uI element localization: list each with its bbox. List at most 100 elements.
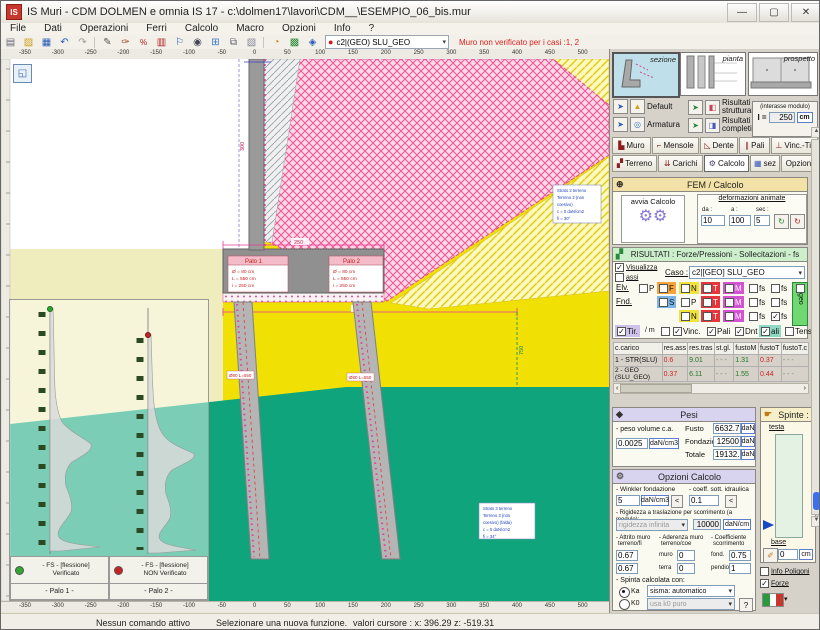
rigidezza-value[interactable] [693,519,721,530]
cmd-terreno[interactable]: ▞Terreno [612,155,657,172]
rigidezza-dropdown[interactable]: rigidezza infinita▾ [616,519,688,531]
winkler-input[interactable] [616,495,640,506]
canvas-corner-icon[interactable]: ◱ [13,64,32,83]
menu-macro[interactable]: Macro [227,23,273,35]
menu-opzioni[interactable]: Opzioni [273,23,325,35]
fnd-link[interactable]: Fnd. [616,297,632,306]
stop-animation-button[interactable]: ↻ [790,214,805,229]
cmd-pali[interactable]: ∥Pali [739,137,770,154]
table-scrollbar-thumb[interactable] [620,384,692,393]
close-button[interactable]: ✕ [791,3,820,22]
interasse-input[interactable] [769,112,795,123]
window-icon[interactable]: ⊞ [207,36,224,49]
ka-radio[interactable] [619,587,630,598]
pesi-fondazione-value[interactable] [713,436,741,447]
redo-icon[interactable]: ↷ [74,36,91,49]
menu-operazioni[interactable]: Operazioni [71,23,137,35]
sisma-dropdown[interactable]: sisma: automatico▾ [647,585,735,597]
cb-row3-fs2[interactable]: ✓fs [769,310,789,322]
attrito-terra-input[interactable] [616,563,638,574]
cb-elv-T[interactable]: T [701,282,720,294]
cb-elv-N[interactable]: N [679,282,699,294]
info-poligoni-checkbox[interactable]: Info Poligoni [760,567,809,576]
cb-row3-M[interactable]: M [723,310,744,322]
cb-elv-F[interactable]: F [657,282,676,294]
minimize-button[interactable]: — [727,3,757,22]
cb-ali[interactable]: ✓ali [759,325,781,337]
cb-row3-fs1[interactable]: fs [747,310,767,322]
k0-dropdown[interactable]: usa k0 puro▾ [647,598,735,610]
assi-checkbox[interactable]: assi [615,273,657,282]
view-risultati-completi-button[interactable]: ➤ ◨ Risultaticompleti [688,117,752,133]
edit-level-button[interactable]: ✐ [763,548,778,563]
help-button[interactable]: ? [739,598,753,612]
cb-fnd-S[interactable]: S [657,296,676,308]
coeff-idraulica-input[interactable] [689,495,719,506]
cb-elv-fs2[interactable]: fs [769,282,789,294]
avvia-calcolo-button[interactable]: avvia Calcolo ⚙⚙ [621,195,685,243]
save-icon[interactable]: ▦ [38,36,55,49]
menu-info[interactable]: Info [325,23,360,35]
forze-checkbox[interactable]: ✓ Forze [760,579,789,588]
pie-chart-icon[interactable]: ◔ [268,36,285,49]
cb-fnd-fs1[interactable]: fs [747,296,767,308]
deform-a-input[interactable] [729,215,751,226]
menu-ferri[interactable]: Ferri [137,23,176,35]
base-link[interactable]: base [771,539,786,546]
attrito-muro-input[interactable] [616,550,638,561]
preview-sezione[interactable]: sezione [612,52,680,98]
table-scroll-right[interactable]: › [802,385,808,392]
cb-dnt[interactable]: ✓Dnt [733,325,759,337]
panel-scrollbar-thumb[interactable] [813,492,820,510]
flag-icon[interactable]: ⚐ [171,36,188,49]
spinte-slider-track[interactable] [775,434,803,538]
cb-pali[interactable]: ✓Pali [705,325,732,337]
edit-icon[interactable]: ✎ [99,36,116,49]
cb-row3-T[interactable]: T [701,310,720,322]
globe-icon[interactable]: ◉ [189,36,206,49]
menu-file[interactable]: File [1,23,35,35]
deform-sec-input[interactable] [754,215,770,226]
coeff-pick-button[interactable]: < [725,495,737,508]
cmd-dente[interactable]: ◺Dente [700,137,739,154]
menu-help[interactable]: ? [360,23,384,35]
rebar-percent-icon[interactable]: % [135,36,152,49]
pesi-fusto-value[interactable] [713,423,741,434]
language-flag-button[interactable] [762,593,784,607]
cb-fnd-fs2[interactable]: fs [769,296,789,308]
testa-link[interactable]: testa [769,424,784,431]
menu-calcolo[interactable]: Calcolo [176,23,227,35]
load-case-dropdown[interactable]: ● c2|(GEO) SLU_GEO ▾ [325,35,449,49]
coeff-fond-input[interactable] [729,550,751,561]
cb-tir[interactable]: ✓Tir. [615,325,640,337]
cb-elv-fs1[interactable]: fs [747,282,767,294]
flag-chevron-icon[interactable]: ▾ [784,595,788,603]
view-risultati-strutturali-button[interactable]: ➤ ◧ Risultatistrutturali [688,99,755,115]
grid-icon[interactable]: ▩ [286,36,303,49]
sheet-icon[interactable]: ▧ [243,36,260,49]
book-icon[interactable]: ▥ [153,36,170,49]
view-armatura-button[interactable]: ➤ ◎ Armatura [613,117,680,132]
maximize-button[interactable]: ▢ [759,3,789,22]
cb-elv-M[interactable]: M [723,282,744,294]
cmd-sez[interactable]: ▦sez [750,155,779,172]
coeff-pendio-input[interactable] [729,563,751,574]
cb-elv-P[interactable]: P [637,282,656,294]
aderenza-terra-input[interactable] [677,563,695,574]
cb-vinc[interactable]: ✓Vinc. [671,325,703,337]
spinte-level-input[interactable] [778,549,798,560]
visualizza-checkbox[interactable]: ✓ Visualizza [615,263,657,272]
preview-pianta[interactable]: pianta [680,52,746,96]
pesi-totale-value[interactable] [713,449,741,460]
geo-checkbox[interactable]: geo [792,282,808,326]
cmd-carichi[interactable]: ⇊Carichi [658,155,703,172]
new-file-icon[interactable]: ▤ [2,36,19,49]
panel-scrollbar-track[interactable] [811,139,820,515]
open-icon[interactable]: ▨ [20,36,37,49]
sign-icon[interactable]: ✑ [117,36,134,49]
cmd-calcolo[interactable]: ⚙Calcolo [704,155,749,172]
panel-scroll-up[interactable]: ▲ [811,127,820,138]
cb-fnd-P[interactable]: P [679,296,698,308]
play-animation-button[interactable]: ↻ [774,214,789,229]
cb-fnd-M[interactable]: M [723,296,744,308]
